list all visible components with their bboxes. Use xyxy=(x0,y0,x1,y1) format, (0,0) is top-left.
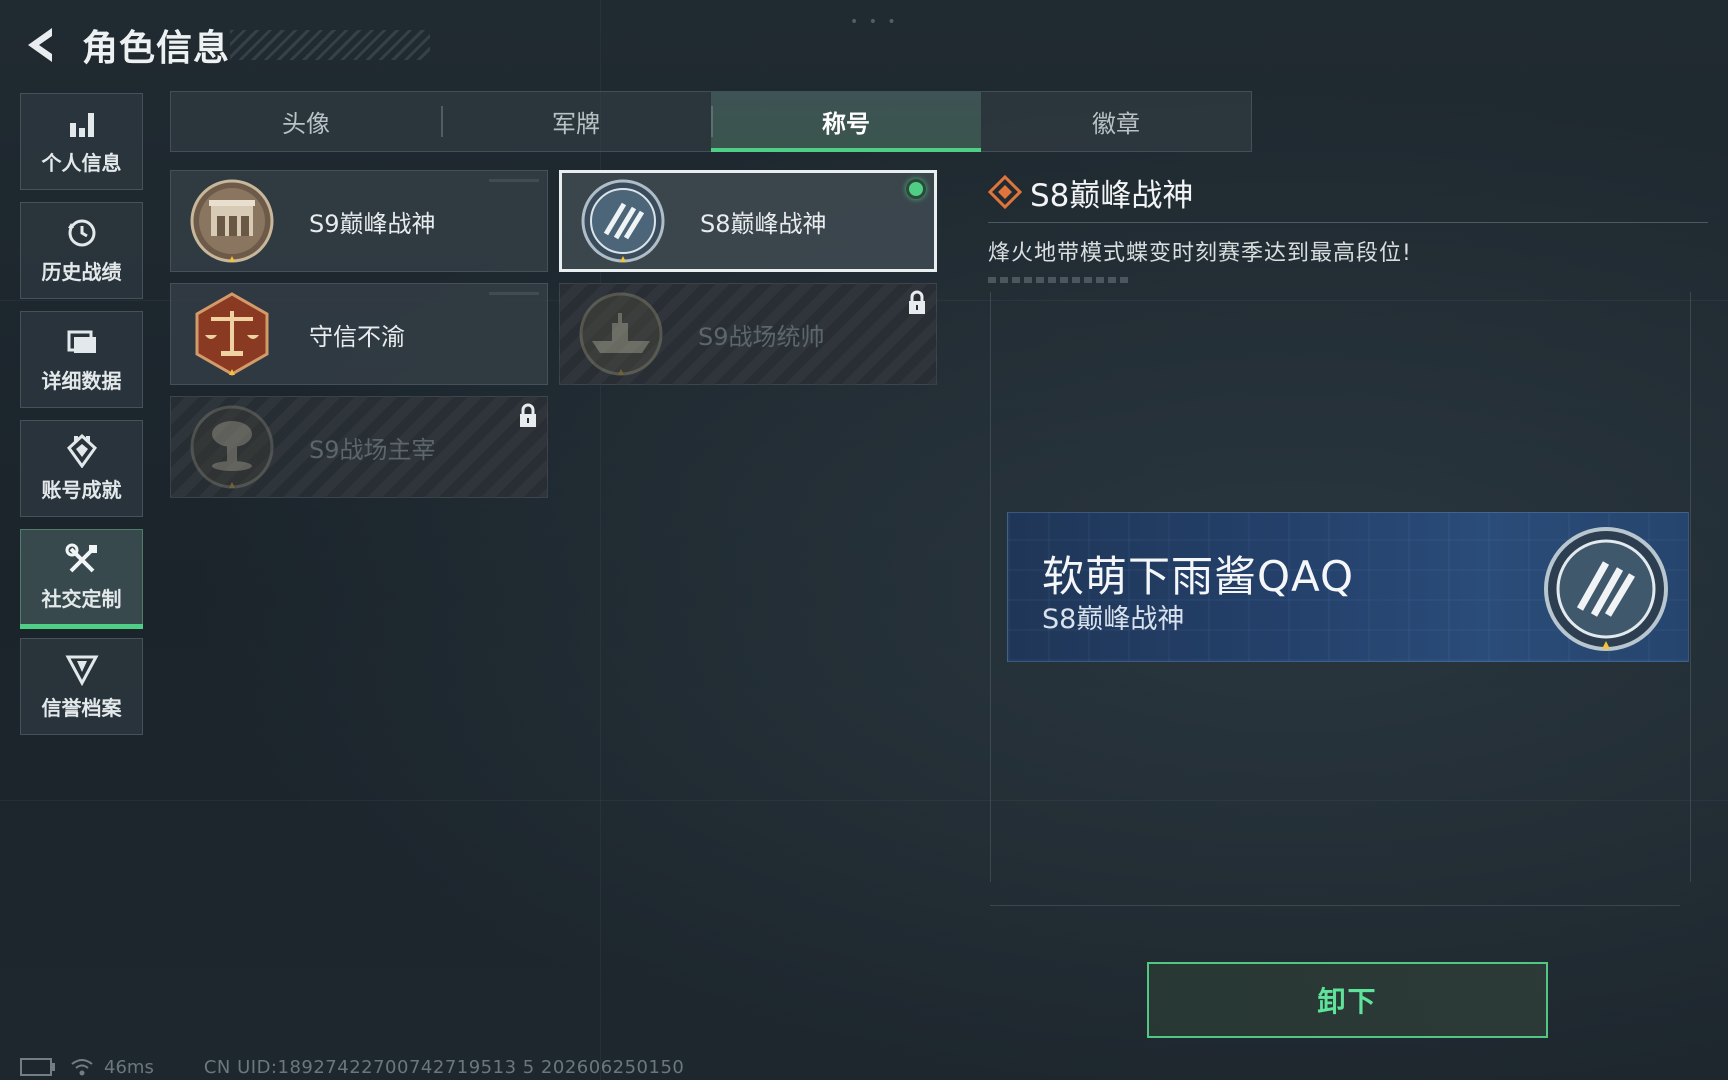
title-card-locked[interactable]: S9战场主宰 xyxy=(170,396,548,498)
frame-line xyxy=(990,905,1680,906)
title-card-locked[interactable]: S9战场统帅 xyxy=(559,283,937,385)
sidebar-item-label: 社交定制 xyxy=(41,587,122,611)
detail-header: S8巅峰战神 xyxy=(988,170,1708,214)
bar-chart-icon xyxy=(69,113,94,137)
header: 角色信息 xyxy=(20,18,430,72)
title-name: 守信不渝 xyxy=(309,322,405,351)
sidebar-item-label: 信誉档案 xyxy=(41,696,122,720)
tab-badge[interactable]: 徽章 xyxy=(981,92,1251,151)
history-clock-icon xyxy=(67,219,95,247)
unequip-button[interactable]: 卸下 xyxy=(1147,962,1548,1038)
sidebar-item-social-custom[interactable]: 社交定制 xyxy=(20,529,143,629)
equipped-indicator xyxy=(906,179,926,199)
title-name: S8巅峰战神 xyxy=(700,209,827,238)
page-title: 角色信息 xyxy=(82,28,231,69)
back-arrow-icon xyxy=(28,28,52,62)
striped-emblem-badge-icon xyxy=(581,179,665,263)
frame-line xyxy=(990,292,991,882)
title-card-selected[interactable]: S8巅峰战神 xyxy=(559,170,937,272)
header-decoration xyxy=(230,30,430,60)
title-name: S9战场主宰 xyxy=(309,435,436,464)
title-detail-panel: S8巅峰战神 烽火地带模式蝶变时刻赛季达到最高段位! xyxy=(988,170,1708,283)
wifi-icon xyxy=(71,1059,93,1076)
detail-description: 烽火地带模式蝶变时刻赛季达到最高段位! xyxy=(988,241,1412,266)
status-footer: 46ms CN UID:18927422700742719513 5 20260… xyxy=(20,1055,684,1079)
mushroom-cloud-badge-icon xyxy=(190,405,274,489)
grid-line xyxy=(600,0,601,1080)
title-preview-banner: 软萌下雨酱QAQ S8巅峰战神 xyxy=(1007,512,1689,662)
tab-bar: 头像 军牌 称号 徽章 xyxy=(170,91,1252,152)
tab-avatar[interactable]: 头像 xyxy=(171,92,441,151)
sidebar: 个人信息 历史战绩 详细数据 账号成就 社交定制 信誉档案 xyxy=(20,93,143,747)
credit-shield-icon xyxy=(64,655,99,686)
player-name: 软萌下雨酱QAQ xyxy=(1042,552,1355,601)
divider xyxy=(988,222,1708,223)
card-decoration xyxy=(489,179,539,182)
uid-text: CN UID:18927422700742719513 5 2026062501… xyxy=(203,1056,685,1078)
tools-icon xyxy=(65,543,97,573)
sidebar-item-label: 个人信息 xyxy=(41,151,122,175)
sidebar-item-achievements[interactable]: 账号成就 xyxy=(20,420,143,517)
sidebar-item-label: 历史战绩 xyxy=(41,260,122,284)
diamond-rank-icon xyxy=(988,175,1022,209)
ping-value: 46ms xyxy=(104,1056,154,1078)
sidebar-item-label: 账号成就 xyxy=(41,478,122,502)
title-name: S9战场统帅 xyxy=(698,322,825,351)
detail-decoration xyxy=(988,277,1128,283)
lock-icon xyxy=(909,290,925,314)
tab-dog-tag[interactable]: 军牌 xyxy=(441,92,711,151)
title-grid: S9巅峰战神 S8巅峰战神 守信不渝 S9战场统帅 S9战场主宰 xyxy=(170,170,940,500)
folder-icon xyxy=(67,330,96,353)
title-card[interactable]: S9巅峰战神 xyxy=(170,170,548,272)
sidebar-item-detailed-data[interactable]: 详细数据 xyxy=(20,311,143,408)
card-decoration xyxy=(489,292,539,295)
title-name: S9巅峰战神 xyxy=(309,209,436,238)
scales-badge-icon xyxy=(195,292,269,376)
unequip-label: 卸下 xyxy=(1317,985,1378,1018)
warship-badge-icon xyxy=(579,292,663,376)
detail-title: S8巅峰战神 xyxy=(1030,177,1194,214)
sidebar-item-personal-info[interactable]: 个人信息 xyxy=(20,93,143,190)
back-button[interactable] xyxy=(20,22,62,68)
frame-line xyxy=(1690,292,1691,882)
sidebar-item-history[interactable]: 历史战绩 xyxy=(20,202,143,299)
lock-icon xyxy=(520,403,536,427)
title-card[interactable]: 守信不渝 xyxy=(170,283,548,385)
fortress-badge-icon xyxy=(190,179,274,263)
preview-title: S8巅峰战神 xyxy=(1042,604,1185,635)
top-handle-dots: • • • xyxy=(850,14,899,30)
grid-line xyxy=(0,800,1728,801)
tab-title[interactable]: 称号 xyxy=(711,92,981,152)
sidebar-item-label: 详细数据 xyxy=(41,369,122,393)
battery-icon xyxy=(20,1058,55,1076)
striped-emblem-badge-icon xyxy=(1544,527,1668,651)
screen: 角色信息 • • • 个人信息 历史战绩 详细数据 账号成就 社交定制 信誉档案… xyxy=(0,0,1728,1080)
achievement-icon xyxy=(66,434,97,468)
sidebar-item-credit-record[interactable]: 信誉档案 xyxy=(20,638,143,735)
